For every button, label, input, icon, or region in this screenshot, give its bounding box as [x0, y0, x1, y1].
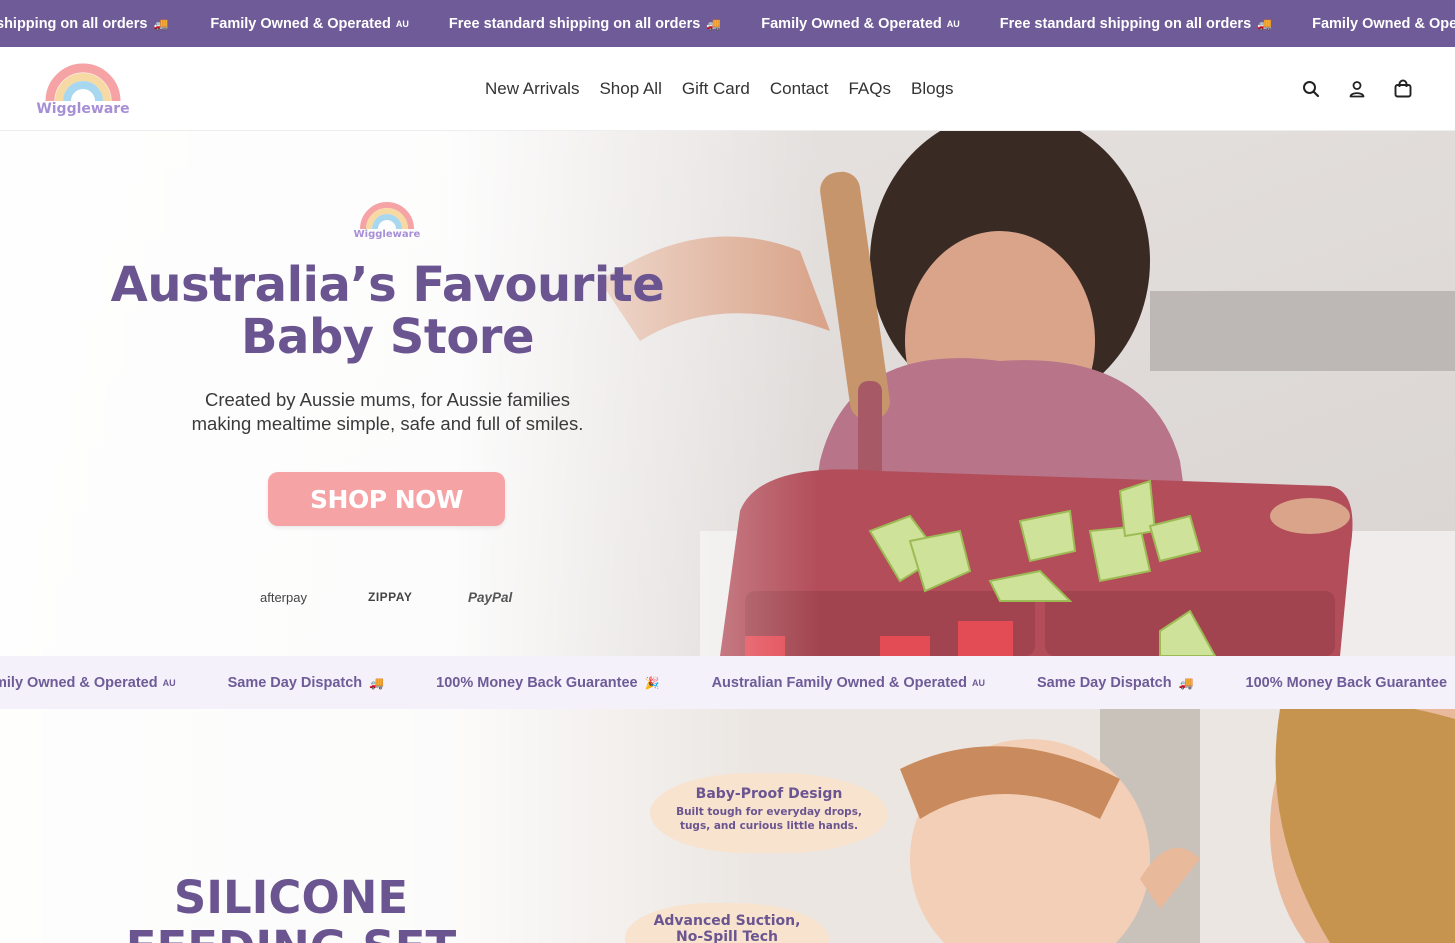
hero-banner: Wiggleware Australia’s Favourite Baby St… — [0, 131, 1455, 656]
account-icon[interactable] — [1345, 77, 1369, 101]
site-logo[interactable]: Wiggleware — [36, 57, 130, 121]
badge-subtitle: Built tough for everyday drops, tugs, an… — [650, 805, 888, 833]
ribbon-text: Same Day Dispatch — [1036, 674, 1172, 691]
badge-title: Advanced Suction, No-Spill Tech — [625, 913, 829, 943]
feeding-set-title-line2: FEEDING SET — [126, 921, 456, 943]
hero-logo: Wiggleware — [352, 197, 422, 243]
announcement-item: shipping on all orders 🚚 — [0, 16, 168, 32]
party-icon: 🎉 — [644, 675, 660, 690]
feeding-set-section: SILICONE FEEDING SET Baby-Proof Design B… — [0, 709, 1455, 943]
cart-icon[interactable] — [1391, 77, 1415, 101]
badge-title-line2: No-Spill Tech — [676, 929, 778, 943]
ribbon-item: mily Owned & Operated AU — [0, 675, 176, 691]
ribbon-item: Same Day Dispatch 🚚 — [228, 675, 385, 691]
nav-shop-all[interactable]: Shop All — [599, 79, 661, 99]
hero-content: Wiggleware Australia’s Favourite Baby St… — [90, 131, 685, 656]
main-nav: New Arrivals Shop All Gift Card Contact … — [475, 47, 964, 130]
rainbow-logo-icon — [45, 63, 121, 102]
ribbon-item: 100% Money Back Guarantee 🎉 — [436, 675, 659, 691]
truck-icon: 🚚 — [153, 16, 169, 31]
site-header: Wiggleware New Arrivals Shop All Gift Ca… — [0, 47, 1455, 131]
ribbon-track: mily Owned & Operated AU Same Day Dispat… — [0, 656, 1455, 709]
rainbow-logo-icon — [360, 202, 414, 230]
afterpay-logo: afterpay — [260, 590, 307, 605]
announcement-item: Family Owned & Operated AU — [761, 16, 960, 32]
announcement-text: Family Owned & Operated — [1312, 15, 1455, 32]
ribbon-text: 100% Money Back Guarantee — [1245, 674, 1448, 691]
feeding-set-title: SILICONE FEEDING SET — [110, 873, 472, 943]
announcement-text: shipping on all orders — [0, 15, 148, 32]
announcement-text: Free standard shipping on all orders — [999, 15, 1252, 32]
announcement-text: Free standard shipping on all orders — [448, 15, 701, 32]
ribbon-item: 100% Money Back Guarantee 🎉 — [1246, 675, 1455, 691]
announcement-bar: shipping on all orders 🚚 Family Owned & … — [0, 0, 1455, 47]
ribbon-text: Same Day Dispatch — [227, 674, 363, 691]
hero-logo-text: Wiggleware — [353, 229, 421, 240]
hero-title: Australia’s Favourite Baby Store — [90, 259, 685, 363]
nav-new-arrivals[interactable]: New Arrivals — [485, 79, 579, 99]
au-badge: AU — [971, 677, 985, 688]
truck-icon: 🚚 — [1178, 675, 1194, 690]
announcement-item: Family Owned & Operated AU — [1312, 16, 1455, 32]
nav-gift-card[interactable]: Gift Card — [682, 79, 750, 99]
hero-subtitle-line2: making mealtime simple, safe and full of… — [191, 413, 584, 434]
announcement-item: Free standard shipping on all orders 🚚 — [449, 16, 721, 32]
benefits-ribbon: mily Owned & Operated AU Same Day Dispat… — [0, 656, 1455, 709]
announcement-track: shipping on all orders 🚚 Family Owned & … — [0, 0, 1455, 47]
hero-title-line2: Baby Store — [240, 309, 535, 365]
hero-subtitle-line1: Created by Aussie mums, for Aussie famil… — [204, 389, 570, 410]
ribbon-text: mily Owned & Operated — [0, 674, 158, 691]
hero-title-line1: Australia’s Favourite — [110, 257, 665, 313]
ribbon-text: 100% Money Back Guarantee — [436, 674, 638, 691]
zippay-logo: ZIPPAY — [368, 590, 413, 604]
announcement-text: Family Owned & Operated — [210, 15, 391, 32]
truck-icon: 🚚 — [706, 16, 722, 31]
ribbon-text: Australian Family Owned & Operated — [711, 674, 967, 691]
header-icons — [1299, 47, 1415, 130]
announcement-item: Free standard shipping on all orders 🚚 — [1000, 16, 1272, 32]
announcement-item: Family Owned & Operated AU — [210, 16, 409, 32]
nav-contact[interactable]: Contact — [770, 79, 829, 99]
logo-text: Wiggleware — [36, 101, 130, 117]
search-icon[interactable] — [1299, 77, 1323, 101]
feature-badge-baby-proof: Baby-Proof Design Built tough for everyd… — [650, 773, 888, 853]
au-badge: AU — [162, 677, 176, 688]
badge-title-line1: Advanced Suction, — [653, 913, 801, 929]
announcement-text: Family Owned & Operated — [761, 15, 942, 32]
au-badge: AU — [946, 18, 960, 29]
au-badge: AU — [395, 18, 409, 29]
truck-icon: 🚚 — [1257, 16, 1273, 31]
nav-blogs[interactable]: Blogs — [911, 79, 954, 99]
truck-icon: 🚚 — [369, 675, 385, 690]
badge-subtitle-line1: Built tough for everyday drops, — [676, 806, 862, 818]
badge-title: Baby-Proof Design — [695, 786, 843, 802]
ribbon-item: Australian Family Owned & Operated AU — [712, 675, 985, 691]
paypal-logo: PayPal — [468, 590, 513, 605]
nav-faqs[interactable]: FAQs — [848, 79, 891, 99]
feeding-set-title-line1: SILICONE — [173, 871, 409, 924]
shop-now-button[interactable]: SHOP NOW — [268, 472, 505, 526]
badge-subtitle-line2: tugs, and curious little hands. — [679, 820, 859, 832]
ribbon-item: Same Day Dispatch 🚚 — [1037, 675, 1194, 691]
hero-subtitle: Created by Aussie mums, for Aussie famil… — [90, 388, 685, 436]
